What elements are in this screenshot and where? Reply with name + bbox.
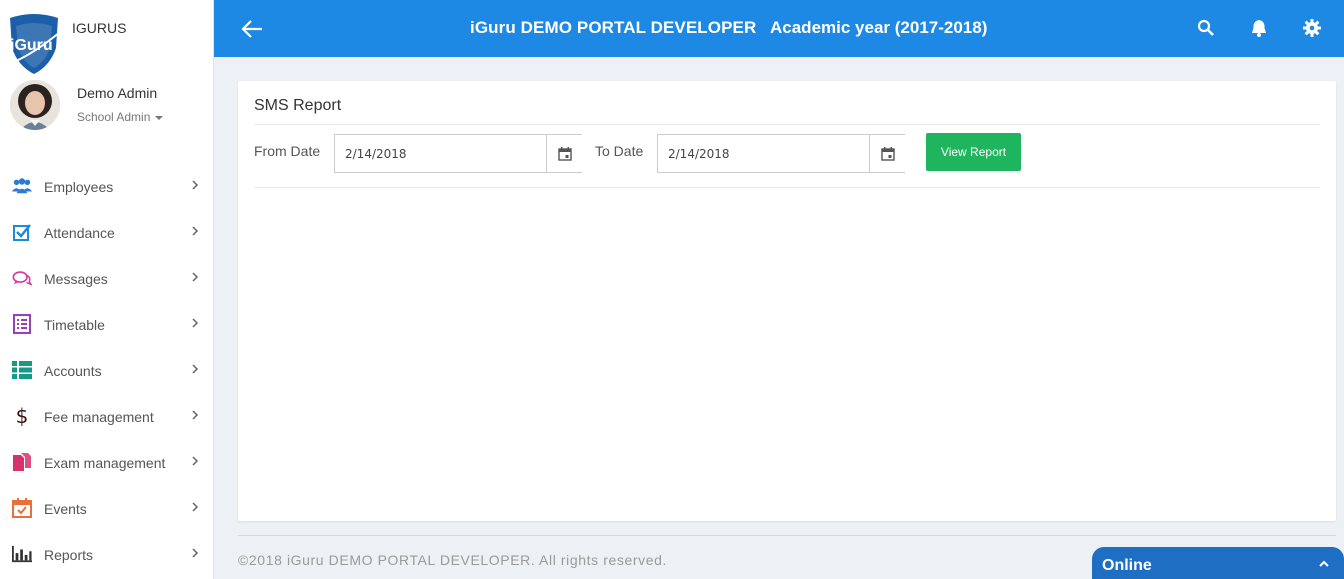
- to-date-label: To Date: [595, 143, 644, 159]
- chevron-right-icon: [192, 226, 199, 236]
- from-date-input[interactable]: [334, 134, 546, 173]
- sidebar-item-attendance[interactable]: Attendance: [0, 210, 214, 256]
- chat-bubbles-icon: [12, 268, 32, 288]
- bar-chart-icon: [12, 544, 32, 564]
- gear-icon[interactable]: [1302, 18, 1322, 38]
- logo-icon: iGuru: [10, 14, 61, 74]
- footer-copyright: ©2018 iGuru DEMO PORTAL DEVELOPER. All r…: [238, 552, 667, 568]
- documents-icon: [12, 452, 32, 472]
- footer-divider: [238, 535, 1336, 536]
- sidebar-item-label: Accounts: [44, 363, 102, 379]
- from-date-label: From Date: [254, 143, 321, 159]
- sidebar-item-reports[interactable]: Reports: [0, 532, 214, 578]
- users-icon: [12, 176, 32, 196]
- to-date-input[interactable]: [657, 134, 869, 173]
- top-bar: iGuru DEMO PORTAL DEVELOPER Academic yea…: [214, 0, 1344, 57]
- brand[interactable]: iGuru IGURUS: [6, 12, 206, 76]
- sidebar-item-messages[interactable]: Messages: [0, 256, 214, 302]
- calendar-icon: [880, 146, 895, 161]
- chevron-right-icon: [192, 364, 199, 374]
- user-profile[interactable]: Demo Admin School Admin: [10, 80, 210, 130]
- chevron-right-icon: [192, 548, 199, 558]
- profile-name: Demo Admin: [77, 85, 158, 101]
- sidebar-item-label: Employees: [44, 179, 114, 195]
- sidebar-item-exam-management[interactable]: Exam management: [0, 440, 214, 486]
- academic-year: Academic year (2017-2018): [770, 18, 988, 37]
- chat-status-label: Online: [1102, 557, 1152, 574]
- chevron-right-icon: [192, 456, 199, 466]
- portal-title: iGuru DEMO PORTAL DEVELOPER: [470, 18, 757, 37]
- bell-icon[interactable]: [1249, 18, 1269, 38]
- online-chat-tab[interactable]: Online: [1092, 547, 1344, 579]
- sidebar-item-label: Timetable: [44, 317, 105, 333]
- avatar: [10, 80, 60, 130]
- sidebar-item-label: Messages: [44, 271, 108, 287]
- sidebar-item-accounts[interactable]: Accounts: [0, 348, 214, 394]
- search-icon[interactable]: [1196, 18, 1216, 38]
- checkbox-icon: [12, 222, 32, 242]
- sidebar-menu: Employees Attendance Messages Timetable: [0, 164, 214, 578]
- sidebar-item-events[interactable]: Events: [0, 486, 214, 532]
- sidebar-item-timetable[interactable]: Timetable: [0, 302, 214, 348]
- chevron-up-icon: [1319, 560, 1329, 567]
- back-arrow-icon[interactable]: [240, 16, 266, 42]
- list-icon: [12, 314, 32, 334]
- caret-down-icon: [155, 115, 164, 120]
- sidebar-item-label: Exam management: [44, 455, 166, 471]
- to-date-calendar-button[interactable]: [869, 134, 905, 173]
- svg-text:iGuru: iGuru: [10, 37, 53, 54]
- sidebar-item-employees[interactable]: Employees: [0, 164, 214, 210]
- divider: [254, 187, 1320, 188]
- card-title: SMS Report: [254, 97, 342, 114]
- profile-role-dropdown[interactable]: School Admin: [77, 110, 164, 124]
- calendar-icon: [557, 146, 572, 161]
- dollar-icon: $: [15, 404, 29, 428]
- chevron-right-icon: [192, 272, 199, 282]
- calendar-check-icon: [12, 498, 32, 518]
- chevron-right-icon: [192, 410, 199, 420]
- sidebar-item-label: Fee management: [44, 409, 154, 425]
- view-report-button[interactable]: View Report: [926, 133, 1021, 171]
- brand-name: IGURUS: [72, 20, 127, 36]
- chevron-right-icon: [192, 180, 199, 190]
- sidebar-item-label: Events: [44, 501, 87, 517]
- table-icon: [12, 360, 32, 380]
- from-date-calendar-button[interactable]: [546, 134, 582, 173]
- sidebar: iGuru IGURUS Demo Admin School Admin Emp…: [0, 0, 214, 579]
- sidebar-item-label: Attendance: [44, 225, 115, 241]
- chevron-right-icon: [192, 318, 199, 328]
- sms-report-card: SMS Report From Date To Date View Report: [238, 81, 1336, 521]
- divider: [254, 124, 1320, 125]
- chevron-right-icon: [192, 502, 199, 512]
- profile-role-label: School Admin: [77, 110, 151, 124]
- sidebar-item-fee-management[interactable]: $ Fee management: [0, 394, 214, 440]
- sidebar-item-label: Reports: [44, 547, 94, 563]
